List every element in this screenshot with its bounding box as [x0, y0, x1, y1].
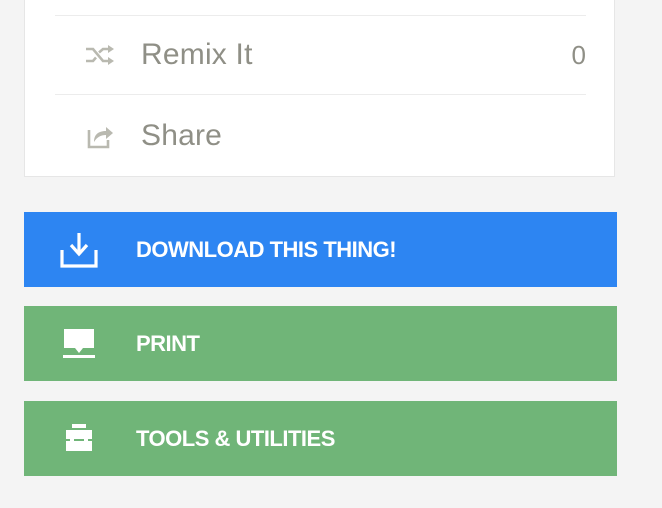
download-button[interactable]: DOWNLOAD THIS THING! [24, 212, 617, 287]
remix-count: 0 [571, 39, 586, 70]
tools-utilities-label: TOOLS & UTILITIES [136, 425, 335, 451]
download-label: DOWNLOAD THIS THING! [136, 236, 397, 262]
print-label: PRINT [136, 330, 200, 356]
toolbox-icon [59, 419, 99, 459]
share-label: Share [141, 119, 223, 152]
thing-actions-panel: Remix It 0 Share DOWNLOAD THIS THING! PR… [0, 0, 662, 508]
remix-it-row[interactable]: Remix It 0 [55, 15, 586, 95]
shuffle-icon [85, 42, 115, 68]
download-icon [59, 230, 99, 270]
share-row[interactable]: Share [55, 96, 586, 176]
remix-it-label: Remix It [141, 38, 253, 71]
share-icon [85, 123, 115, 149]
tools-utilities-button[interactable]: TOOLS & UTILITIES [24, 401, 617, 476]
printer-icon [59, 324, 99, 364]
social-actions-card: Remix It 0 Share [24, 0, 615, 177]
print-button[interactable]: PRINT [24, 306, 617, 381]
